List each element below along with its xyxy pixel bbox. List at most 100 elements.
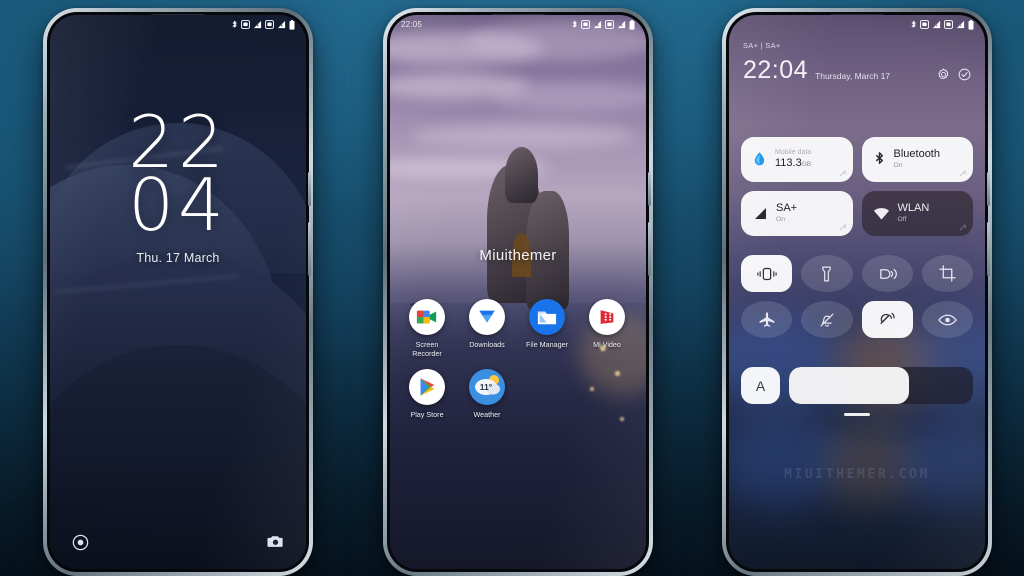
toggle-row-1 xyxy=(741,255,973,292)
location-icon xyxy=(880,312,895,324)
brightness-row: A xyxy=(729,367,985,404)
battery-icon xyxy=(289,19,295,30)
lock-status-bar xyxy=(50,15,306,34)
wallpaper-background: 22 04 Thu. 17 March 22:05 Miuithemer Scr… xyxy=(0,0,1024,576)
lock-shortcuts xyxy=(50,534,306,551)
downloads-icon xyxy=(469,299,505,335)
play-store-icon xyxy=(409,369,445,406)
sim2-icon xyxy=(605,20,614,29)
tile-bluetooth[interactable]: Bluetooth On xyxy=(861,137,973,182)
sim1-icon xyxy=(581,20,590,29)
app-label: Downloads xyxy=(469,340,505,349)
app-label: File Manager xyxy=(526,340,568,349)
sim1-icon xyxy=(920,20,929,29)
airplane-toggle[interactable] xyxy=(741,301,793,338)
signal1-icon xyxy=(253,20,262,29)
tile-sa-plus[interactable]: SA+ On xyxy=(741,191,853,236)
home-wallpaper xyxy=(390,15,646,569)
volume-button[interactable] xyxy=(648,222,651,276)
tile-wlan[interactable]: WLAN Off xyxy=(861,191,973,236)
phone-home-screen: 22:05 Miuithemer Screen Recorder Downloa… xyxy=(383,8,653,576)
data-drop-icon xyxy=(754,152,765,166)
mi-video-icon xyxy=(589,299,625,335)
clock-date: Thu. 17 March xyxy=(136,250,220,265)
vibrate-toggle[interactable] xyxy=(741,255,793,292)
expand-corner-icon[interactable] xyxy=(838,170,846,177)
wallpaper-brand-text: Miuithemer xyxy=(479,247,557,264)
toggle-row-2 xyxy=(741,301,973,338)
expand-corner-icon[interactable] xyxy=(959,224,966,231)
status-icons xyxy=(910,19,974,30)
location-toggle[interactable] xyxy=(861,301,913,338)
check-circle-icon[interactable] xyxy=(958,68,971,81)
battery-icon xyxy=(968,19,974,30)
control-center-screen[interactable]: SA+ | SA+ 22:04 Thursday, March 17 Mobil… xyxy=(729,15,985,569)
sim1-icon xyxy=(241,20,250,29)
tile-unit: GB xyxy=(801,161,812,169)
expand-corner-icon[interactable] xyxy=(959,170,966,177)
expand-corner-icon[interactable] xyxy=(838,224,846,231)
tile-title: WLAN xyxy=(897,202,930,215)
tile-sub: On xyxy=(893,161,903,169)
brightness-slider[interactable] xyxy=(789,367,973,404)
tile-value: 113.3 xyxy=(775,157,802,170)
circle-ring-icon[interactable] xyxy=(72,534,89,551)
control-center-status-bar xyxy=(729,15,985,34)
app-label: Weather xyxy=(473,410,501,420)
tile-title: Bluetooth xyxy=(893,148,940,161)
status-icons xyxy=(231,19,295,30)
power-button[interactable] xyxy=(308,172,311,206)
file-manager-icon xyxy=(529,299,565,335)
sim2-icon xyxy=(265,20,274,29)
app-screen-recorder[interactable]: Screen Recorder xyxy=(404,299,450,358)
power-button[interactable] xyxy=(648,172,651,206)
flashlight-toggle[interactable] xyxy=(801,255,853,292)
shade-drag-handle[interactable] xyxy=(844,413,870,416)
app-downloads[interactable]: Downloads xyxy=(464,299,510,358)
volume-button[interactable] xyxy=(308,222,311,276)
tile-sub: On xyxy=(776,215,786,223)
status-icons xyxy=(571,19,635,30)
phone-lock-screen: 22 04 Thu. 17 March xyxy=(43,8,313,576)
dnd-toggle[interactable] xyxy=(801,301,853,338)
phone-control-center: SA+ | SA+ 22:04 Thursday, March 17 Mobil… xyxy=(722,8,992,576)
app-weather[interactable]: 11° Weather xyxy=(464,369,510,419)
app-mi-video[interactable]: Mi Video xyxy=(584,299,630,358)
tile-title: Mobile data xyxy=(775,148,812,156)
brightness-slider-fill xyxy=(789,367,909,404)
app-file-manager[interactable]: File Manager xyxy=(524,299,570,358)
bluetooth-icon xyxy=(572,20,577,28)
auto-brightness-button[interactable]: A xyxy=(741,367,780,404)
app-play-store[interactable]: Play Store xyxy=(404,369,450,419)
lock-wallpaper xyxy=(50,15,306,569)
signal-icon xyxy=(755,208,766,219)
bluetooth-icon xyxy=(232,20,237,28)
home-screen[interactable]: 22:05 Miuithemer Screen Recorder Downloa… xyxy=(390,15,646,569)
cast-toggle[interactable] xyxy=(861,255,913,292)
weather-icon: 11° xyxy=(469,369,505,406)
app-row-1: Screen Recorder Downloads File Manager M… xyxy=(390,299,646,358)
control-center-header: SA+ | SA+ 22:04 Thursday, March 17 xyxy=(729,41,985,83)
site-watermark: MIUITHEMER.COM xyxy=(784,467,930,482)
tile-title: SA+ xyxy=(776,202,798,215)
signal1-icon xyxy=(932,20,941,29)
wifi-icon xyxy=(873,207,889,219)
lock-screen[interactable]: 22 04 Thu. 17 March xyxy=(50,15,306,569)
power-button[interactable] xyxy=(987,172,990,206)
gear-icon[interactable] xyxy=(937,68,950,81)
reading-mode-toggle[interactable] xyxy=(921,301,973,338)
clock-minutes: 04 xyxy=(128,163,228,248)
flashlight-icon xyxy=(822,266,832,281)
lock-clock: 22 04 Thu. 17 March xyxy=(50,106,306,265)
tile-sub: Off xyxy=(897,215,907,223)
cast-sound-icon xyxy=(879,268,897,279)
volume-button[interactable] xyxy=(987,222,990,276)
bluetooth-icon xyxy=(911,20,916,28)
eye-icon xyxy=(938,314,957,325)
tile-mobile-data[interactable]: Mobile data 113.3GB xyxy=(741,137,853,182)
camera-icon[interactable] xyxy=(267,534,284,549)
quick-settings-tiles: Mobile data 113.3GB Bluetooth On SA+ On … xyxy=(729,137,985,245)
app-grid: Screen Recorder Downloads File Manager M… xyxy=(390,299,646,431)
home-status-bar: 22:05 xyxy=(390,15,646,34)
screenshot-toggle[interactable] xyxy=(921,255,973,292)
